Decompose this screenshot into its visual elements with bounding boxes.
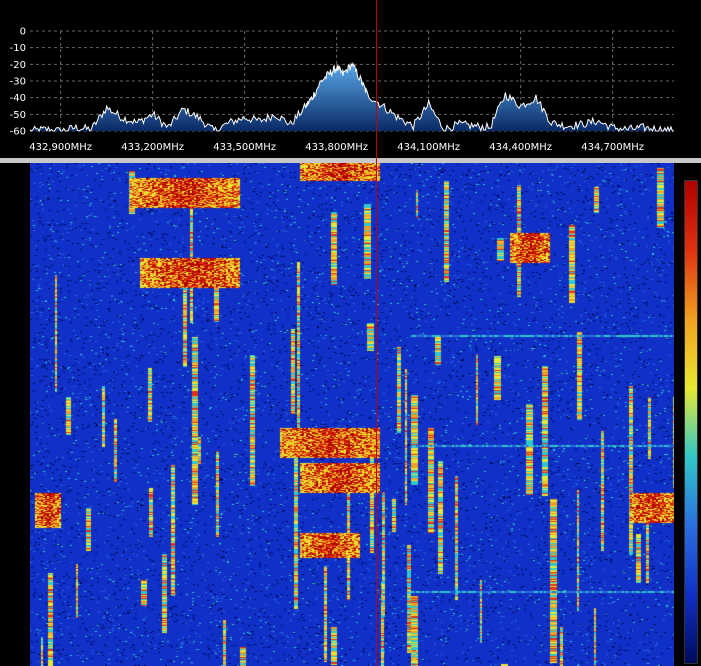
- y-tick-label: -50: [10, 110, 26, 121]
- y-tick-label: -30: [10, 77, 26, 88]
- waterfall-panel[interactable]: [0, 163, 701, 666]
- frequency-tick-label: 434,400MHz: [489, 142, 552, 153]
- tuning-frequency-marker[interactable]: [376, 0, 377, 666]
- y-tick-label: -40: [10, 93, 26, 104]
- y-tick-label: -20: [10, 60, 26, 71]
- frequency-tick-label: 433,800MHz: [305, 142, 368, 153]
- frequency-tick-label: 433,500MHz: [213, 142, 276, 153]
- spectrum-frequency-axis: 432,900MHz 433,200MHz 433,500MHz 433,800MHz…: [29, 142, 644, 153]
- y-tick-label: -60: [10, 127, 26, 138]
- spectrum-panel[interactable]: 0 -10 -20 -30 -40 -50 -60 432,900MHz 433,200MHz…: [0, 0, 701, 158]
- frequency-tick-label: 433,200MHz: [121, 142, 184, 153]
- waterfall-display[interactable]: [30, 163, 674, 666]
- y-tick-label: -10: [10, 43, 26, 54]
- spectrum-plot[interactable]: 0 -10 -20 -30 -40 -50 -60 432,900MHz 433,200MHz…: [0, 0, 701, 158]
- frequency-tick-label: 432,900MHz: [29, 142, 92, 153]
- spectrum-y-axis: 0 -10 -20 -30 -40 -50 -60: [10, 27, 26, 138]
- waterfall-colorbar: [684, 180, 698, 664]
- frequency-tick-label: 434,100MHz: [397, 142, 460, 153]
- frequency-tick-label: 434,700MHz: [581, 142, 644, 153]
- spectrum-trace-fill: [30, 63, 674, 131]
- y-tick-label: 0: [20, 27, 26, 38]
